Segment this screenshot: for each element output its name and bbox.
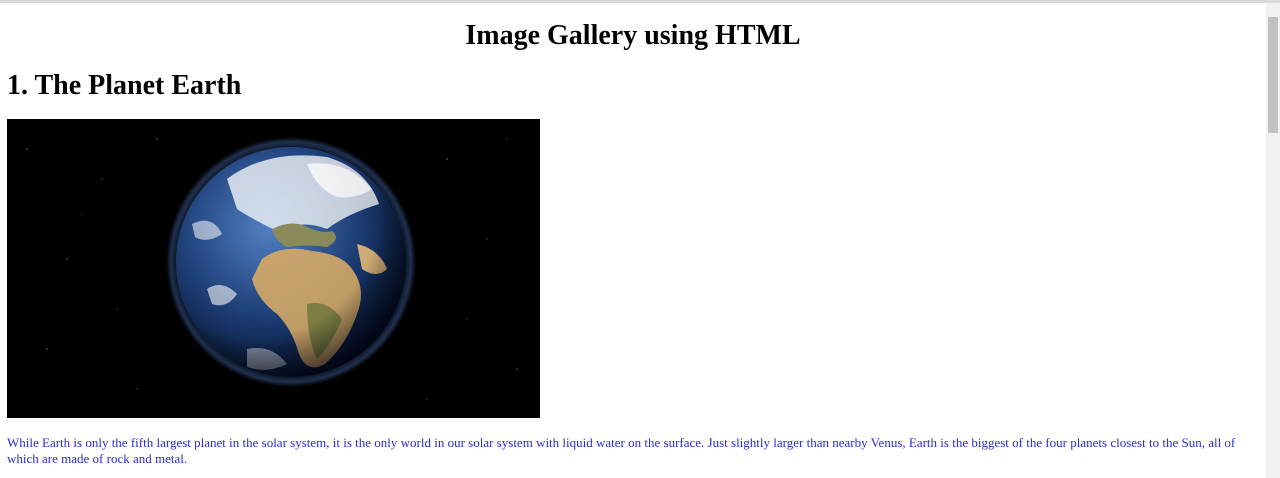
scrollbar-thumb[interactable] — [1268, 17, 1278, 133]
page-title: Image Gallery using HTML — [465, 20, 801, 51]
earth-image — [7, 119, 540, 418]
vertical-scrollbar[interactable] — [1266, 3, 1280, 478]
planet-earth-icon — [7, 119, 540, 418]
earth-description: While Earth is only the fifth largest pl… — [7, 435, 1236, 466]
page-content: Image Gallery using HTML 1. The Planet E… — [0, 3, 1266, 478]
section-heading: 1. The Planet Earth — [7, 70, 242, 101]
